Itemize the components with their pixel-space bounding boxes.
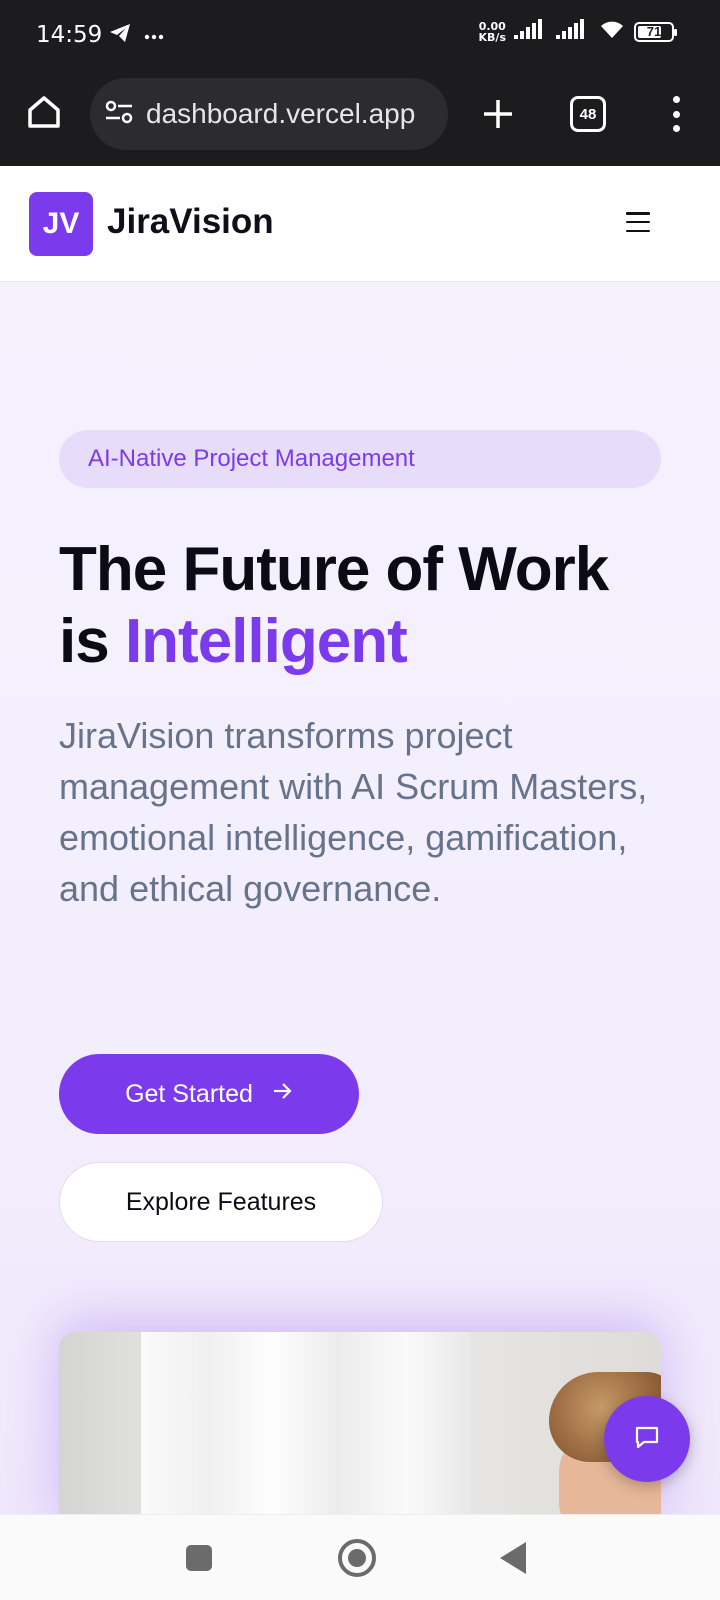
status-bar: 14:59 0.00 KB/s 71	[0, 0, 720, 70]
get-started-label: Get Started	[125, 1079, 253, 1108]
browser-toolbar: dashboard.vercel.app 48	[0, 70, 720, 166]
browser-menu-button[interactable]	[662, 92, 690, 136]
battery-indicator: 71	[634, 21, 677, 42]
headline-line1: The Future of Work	[59, 535, 609, 604]
network-speed-unit: KB/s	[478, 30, 506, 44]
headline-is: is	[59, 607, 110, 676]
system-nav-bar	[0, 1514, 720, 1600]
home-icon	[24, 92, 64, 137]
network-speed: 0.00 KB/s	[479, 21, 506, 43]
hero-headline: The Future of Work is Intelligent	[59, 534, 699, 678]
logo[interactable]: JV	[29, 192, 93, 256]
hero-section: AI-Native Project Management The Future …	[0, 282, 720, 1514]
notification-icons	[108, 22, 164, 49]
hamburger-icon[interactable]	[626, 212, 650, 232]
home-nav-button[interactable]	[338, 1539, 376, 1577]
signal-icon	[514, 19, 548, 44]
tab-switcher-button[interactable]: 48	[570, 96, 606, 132]
home-button[interactable]	[22, 92, 66, 136]
vertical-dots-icon	[672, 96, 680, 103]
more-dots-icon	[144, 27, 164, 45]
headline-accent: Intelligent	[124, 607, 408, 676]
get-started-button[interactable]: Get Started	[59, 1054, 359, 1134]
status-time: 14:59	[36, 22, 103, 48]
hero-badge: AI-Native Project Management	[59, 430, 661, 488]
hero-description: JiraVision transforms project management…	[59, 715, 648, 909]
signal-icon-secondary	[556, 19, 590, 44]
back-button[interactable]	[500, 1542, 526, 1574]
network-speed-value: 0.00	[478, 19, 506, 33]
hero-image	[59, 1332, 661, 1514]
explore-features-button[interactable]: Explore Features	[59, 1162, 383, 1242]
wifi-icon	[598, 18, 626, 45]
plus-icon	[476, 100, 520, 140]
brand-name[interactable]: JiraVision	[107, 202, 274, 242]
address-bar[interactable]: dashboard.vercel.app	[90, 78, 448, 150]
chat-button[interactable]	[604, 1396, 690, 1482]
arrow-right-icon	[271, 1080, 293, 1109]
telegram-icon	[108, 22, 132, 49]
tune-icon[interactable]	[104, 99, 134, 130]
url-text: dashboard.vercel.app	[146, 98, 416, 129]
chat-icon	[633, 1423, 661, 1456]
new-tab-button[interactable]	[476, 92, 520, 136]
site-header: JV JiraVision	[0, 166, 720, 282]
recents-button[interactable]	[186, 1545, 212, 1571]
system-indicators: 0.00 KB/s 71	[479, 18, 677, 45]
battery-level: 71	[646, 24, 662, 39]
